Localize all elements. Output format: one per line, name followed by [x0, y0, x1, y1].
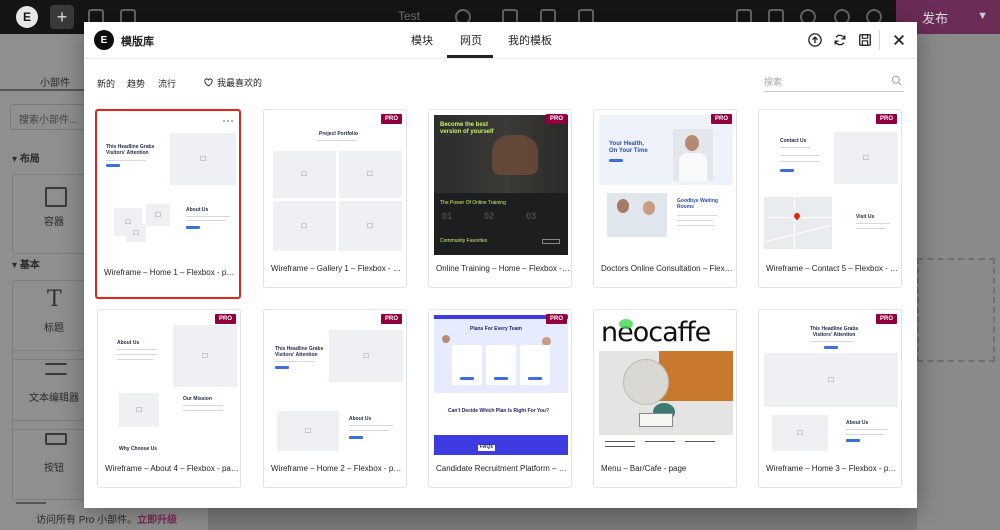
widget-label: 标题 — [44, 323, 64, 334]
header-divider — [879, 30, 880, 50]
pro-badge: PRO — [545, 314, 567, 324]
template-caption: Candidate Recruitment Platform – page — [436, 464, 570, 473]
section-basic[interactable]: ▾ 基本 — [12, 256, 40, 271]
template-card-candidate-recruitment[interactable]: Plans For Every Team Can't Decide Which … — [428, 309, 572, 488]
filter-popular[interactable]: 流行 — [158, 77, 176, 90]
template-caption: Wireframe – About 4 – Flexbox - page — [105, 464, 239, 473]
template-card-wireframe-home-1[interactable]: This Headline Grabs Visitors' Attention … — [95, 109, 241, 299]
template-card-wireframe-contact-5[interactable]: Contact Us Visit Us PRO Wireframe – Cont… — [758, 109, 902, 288]
template-thumbnail: Become the best version of yourself The … — [434, 115, 568, 255]
favorites-label: 我最喜欢的 — [217, 78, 263, 88]
pro-badge: PRO — [380, 114, 402, 124]
save-icon[interactable] — [856, 31, 874, 49]
upgrade-text: 访问所有 Pro 小部件。 — [36, 515, 138, 526]
template-card-doctors-consultation[interactable]: Your Health, On Your Time Goodbye Waitin… — [593, 109, 737, 288]
template-caption: Wireframe – Gallery 1 – Flexbox - page — [271, 264, 405, 273]
template-caption: Online Training – Home – Flexbox - page — [436, 264, 570, 273]
filter-trending[interactable]: 趋势 — [127, 77, 145, 90]
widget-search-placeholder: 搜索小部件... — [19, 115, 78, 126]
heart-icon — [204, 78, 213, 87]
template-thumbnail: This Headline Grabs Visitors' Attention … — [102, 116, 236, 256]
template-thumbnail: Plans For Every Team Can't Decide Which … — [434, 315, 568, 455]
widget-label: 按钮 — [44, 463, 64, 474]
container-icon — [45, 187, 67, 207]
pro-badge: PRO — [875, 114, 897, 124]
tab-my-templates[interactable]: 我的模板 — [508, 32, 552, 48]
template-thumbnail: This Headline Grabs Visitors' Attention … — [764, 315, 898, 455]
template-card-wireframe-home-3[interactable]: This Headline Grabs Visitors' Attention … — [758, 309, 902, 488]
modal-title: 模版库 — [121, 36, 154, 48]
template-card-online-training[interactable]: Become the best version of yourself The … — [428, 109, 572, 288]
upgrade-banner: 访问所有 Pro 小部件。立即升级 — [0, 506, 208, 530]
sync-icon[interactable] — [831, 31, 849, 49]
upload-icon[interactable] — [806, 31, 824, 49]
search-icon[interactable] — [891, 75, 902, 86]
template-library-modal: E 模版库 模块 网页 我的模板 新的 趋势 流行 我最喜欢的 Thi — [84, 22, 917, 508]
widget-label: 文本编辑器 — [29, 393, 79, 404]
pro-badge: PRO — [380, 314, 402, 324]
section-layout[interactable]: ▾ 布局 — [12, 150, 40, 165]
heading-icon: T — [47, 287, 62, 312]
template-caption: Wireframe – Home 1 – Flexbox - page — [104, 268, 238, 277]
cafe-photo — [599, 351, 733, 435]
favorites-filter[interactable]: 我最喜欢的 — [204, 76, 262, 89]
map-thumbnail — [764, 197, 832, 249]
template-caption: Wireframe – Home 3 – Flexbox - page — [766, 464, 900, 473]
upgrade-link[interactable]: 立即升级 — [137, 515, 177, 526]
template-caption: Menu – Bar/Cafe - page — [601, 464, 687, 473]
athlete-photo — [492, 135, 538, 175]
pro-badge: PRO — [545, 114, 567, 124]
consultation-photo — [607, 193, 667, 237]
pro-badge: PRO — [710, 114, 732, 124]
close-icon[interactable] — [890, 31, 908, 49]
template-caption: Doctors Online Consultation – Flexbox - … — [601, 264, 735, 273]
active-tab-indicator — [447, 55, 493, 58]
chevron-down-icon[interactable]: ▼ — [977, 10, 988, 22]
template-card-wireframe-about-4[interactable]: About Us Our Mission Why Choose Us PRO W… — [97, 309, 241, 488]
template-card-menu-bar-cafe[interactable]: neocaffe Menu – Bar/Cafe - page — [593, 309, 737, 488]
template-caption: Wireframe – Home 2 – Flexbox - page — [271, 464, 405, 473]
drop-zone — [917, 258, 995, 362]
page-title[interactable]: Test — [398, 9, 420, 23]
template-thumbnail: This Headline Grabs Visitors' Attention … — [269, 315, 403, 455]
pro-badge: PRO — [875, 314, 897, 324]
illustration-icon — [16, 484, 46, 504]
tab-pages[interactable]: 网页 — [460, 32, 482, 48]
tab-widgets[interactable]: 小部件 — [40, 74, 70, 89]
publish-label: 发布 — [922, 10, 949, 26]
template-search-input[interactable] — [764, 74, 884, 90]
widget-label: 容器 — [44, 217, 64, 228]
template-thumbnail: neocaffe — [599, 315, 733, 455]
add-element-button[interactable]: + — [50, 5, 74, 29]
text-editor-icon — [45, 363, 67, 375]
template-card-wireframe-home-2[interactable]: This Headline Grabs Visitors' Attention … — [263, 309, 407, 488]
template-thumbnail: About Us Our Mission Why Choose Us — [103, 315, 237, 455]
template-card-wireframe-gallery-1[interactable]: Project Portfolio PRO Wireframe – Galler… — [263, 109, 407, 288]
template-thumbnail: Contact Us Visit Us — [764, 115, 898, 255]
modal-header: E 模版库 模块 网页 我的模板 — [84, 22, 917, 59]
elementor-logo-icon: E — [94, 30, 114, 50]
filter-new[interactable]: 新的 — [97, 77, 115, 90]
template-caption: Wireframe – Contact 5 – Flexbox - page — [766, 264, 900, 273]
template-thumbnail: Project Portfolio — [269, 115, 403, 255]
elementor-logo-icon[interactable]: E — [16, 6, 38, 28]
doctor-photo — [673, 129, 713, 181]
tab-blocks[interactable]: 模块 — [411, 32, 433, 48]
template-thumbnail: Your Health, On Your Time Goodbye Waitin… — [599, 115, 733, 255]
pro-badge: PRO — [214, 314, 236, 324]
template-search — [764, 72, 904, 92]
button-icon — [45, 433, 67, 445]
